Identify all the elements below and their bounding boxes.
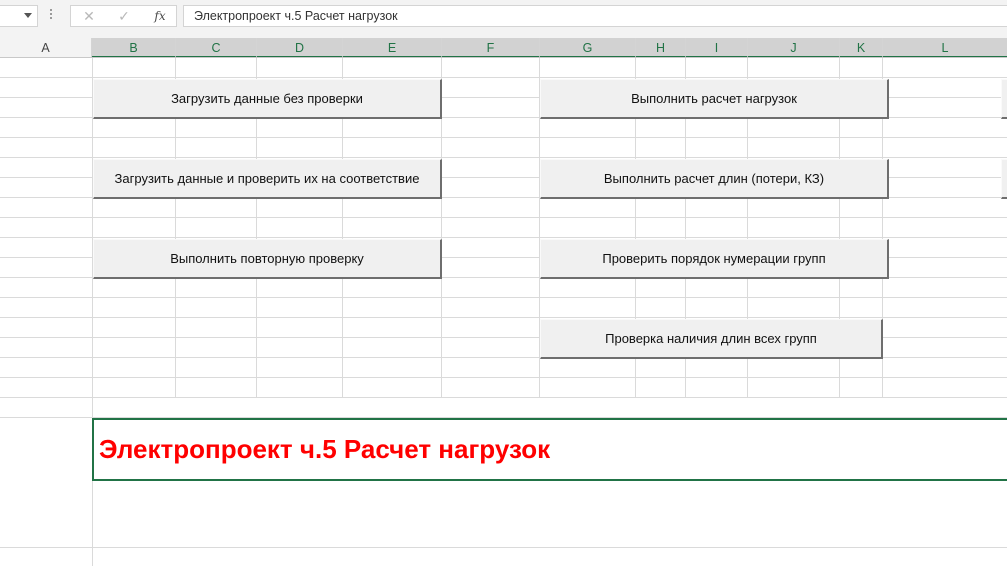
load-and-check-button[interactable]: Загрузить данные и проверить их на соотв… bbox=[93, 159, 442, 199]
chevron-down-icon[interactable] bbox=[24, 13, 32, 18]
formula-buttons: ✕ ✓ fx bbox=[70, 5, 177, 27]
check-group-lengths-button[interactable]: Проверка наличия длин всех групп bbox=[540, 319, 883, 359]
offscreen-button[interactable] bbox=[1001, 159, 1007, 199]
grid-line bbox=[0, 297, 1007, 298]
check-group-numbering-button[interactable]: Проверить порядок нумерации групп bbox=[540, 239, 889, 279]
column-header-i[interactable]: I bbox=[686, 38, 748, 58]
enter-icon[interactable]: ✓ bbox=[114, 8, 134, 24]
calculate-loads-button[interactable]: Выполнить расчет нагрузок bbox=[540, 79, 889, 119]
title-cell[interactable]: Электропроект ч.5 Расчет нагрузок bbox=[92, 418, 1007, 481]
column-header-e[interactable]: E bbox=[343, 38, 442, 58]
grid-line bbox=[92, 58, 93, 566]
column-header-h[interactable]: H bbox=[636, 38, 686, 58]
grid-line bbox=[0, 397, 1007, 398]
column-header-j[interactable]: J bbox=[748, 38, 840, 58]
grid-line bbox=[0, 217, 1007, 218]
name-box[interactable] bbox=[0, 5, 38, 27]
column-header-c[interactable]: C bbox=[176, 38, 257, 58]
offscreen-button[interactable] bbox=[1001, 79, 1007, 119]
column-header-d[interactable]: D bbox=[257, 38, 343, 58]
column-headers: A B C D E F G H I J K L bbox=[0, 38, 1007, 58]
more-options-icon bbox=[50, 9, 53, 22]
recheck-button[interactable]: Выполнить повторную проверку bbox=[93, 239, 442, 279]
calculate-lengths-button[interactable]: Выполнить расчет длин (потери, КЗ) bbox=[540, 159, 889, 199]
column-header-a[interactable]: A bbox=[0, 38, 92, 57]
cancel-icon[interactable]: ✕ bbox=[79, 8, 99, 24]
formula-input[interactable]: Электропроект ч.5 Расчет нагрузок bbox=[183, 5, 1007, 27]
function-icon[interactable]: fx bbox=[150, 8, 170, 24]
column-header-k[interactable]: K bbox=[840, 38, 883, 58]
column-header-f[interactable]: F bbox=[442, 38, 540, 58]
grid-line bbox=[0, 547, 1007, 548]
grid-line bbox=[0, 317, 1007, 318]
formula-bar: ✕ ✓ fx Электропроект ч.5 Расчет нагрузок bbox=[0, 0, 1007, 38]
column-header-l[interactable]: L bbox=[883, 38, 1007, 58]
page-title: Электропроект ч.5 Расчет нагрузок bbox=[99, 434, 551, 464]
grid-line bbox=[0, 77, 1007, 78]
grid-line bbox=[0, 137, 1007, 138]
grid-line bbox=[0, 157, 1007, 158]
column-header-b[interactable]: B bbox=[92, 38, 176, 58]
grid-line bbox=[0, 237, 1007, 238]
column-header-g[interactable]: G bbox=[540, 38, 636, 58]
grid-line bbox=[0, 377, 1007, 378]
load-without-check-button[interactable]: Загрузить данные без проверки bbox=[93, 79, 442, 119]
cell-grid[interactable] bbox=[0, 58, 1007, 566]
